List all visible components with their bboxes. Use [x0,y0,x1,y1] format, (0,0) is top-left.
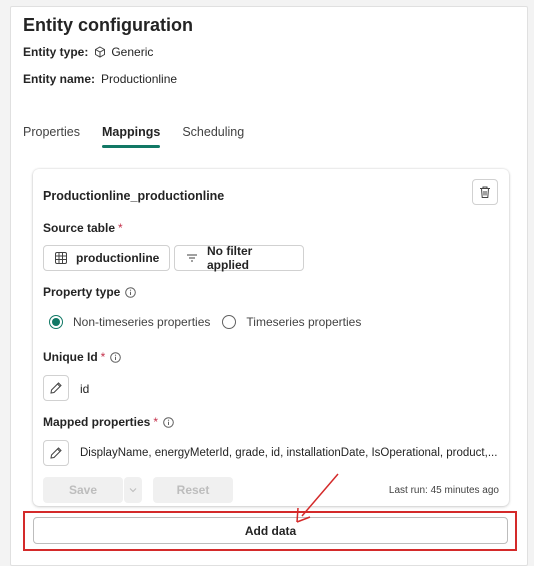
mapping-card: Productionline_productionline Source tab… [33,169,509,506]
unique-id-label-text: Unique Id [43,350,98,364]
mapped-properties-value: DisplayName, energyMeterId, grade, id, i… [80,447,498,459]
edit-icon [49,381,63,395]
source-table-label-text: Source table [43,221,116,235]
entity-name-row: Entity name: Productionline [23,72,177,86]
mapped-properties-label: Mapped properties * [43,415,174,429]
tab-scheduling[interactable]: Scheduling [182,125,244,148]
edit-mapped-properties-button[interactable] [43,440,69,466]
entity-type-value: Generic [111,45,154,59]
filter-icon [185,251,207,265]
entity-name-value: Productionline [101,72,178,86]
tab-mappings[interactable]: Mappings [101,125,161,148]
required-mark: * [100,350,106,364]
timeseries-radio[interactable] [222,315,237,329]
filter-button[interactable]: No filter applied [174,244,304,272]
info-icon[interactable] [125,286,137,298]
info-icon[interactable] [163,416,174,428]
page-title: Entity configuration [23,15,193,35]
add-data-button[interactable]: Add data [33,517,508,544]
filter-label: No filter applied [207,244,253,272]
chevron-down-icon [129,487,137,493]
required-mark: * [153,415,159,429]
edit-icon [49,446,63,460]
save-button[interactable]: Save [43,477,123,503]
entity-type-row: Entity type: Generic [23,45,153,59]
last-run-text: Last run: 45 minutes ago [388,485,499,496]
non-timeseries-radio[interactable] [49,315,63,329]
property-type-options: Non-timeseries properties Timeseries pro… [49,315,361,329]
property-type-label: Property type [43,285,137,299]
timeseries-label: Timeseries properties [246,315,362,329]
tab-properties[interactable]: Properties [23,125,80,148]
non-timeseries-label: Non-timeseries properties [73,315,211,329]
delete-mapping-button[interactable] [472,179,498,205]
delete-icon [478,185,492,199]
entity-name-label: Entity name: [23,72,96,86]
mapped-properties-label-text: Mapped properties [43,415,151,429]
mapping-title: Productionline_productionline [43,189,225,203]
tab-list: Properties Mappings Scheduling [23,125,266,148]
save-dropdown-button[interactable] [124,477,142,503]
cube-icon [94,46,106,58]
entity-configuration-panel: Entity configuration Entity type: Generi… [10,6,528,566]
edit-unique-id-button[interactable] [43,375,69,401]
property-type-label-text: Property type [43,285,121,299]
source-table-label: Source table * [43,221,123,235]
info-icon[interactable] [110,351,122,363]
unique-id-value: id [80,382,90,396]
unique-id-label: Unique Id * [43,350,122,364]
reset-button[interactable]: Reset [153,477,233,503]
source-table-value: productionline [76,251,160,265]
required-mark: * [118,221,123,235]
source-table-button[interactable]: productionline [43,245,171,271]
table-icon [54,251,76,265]
entity-type-label: Entity type: [23,45,89,59]
